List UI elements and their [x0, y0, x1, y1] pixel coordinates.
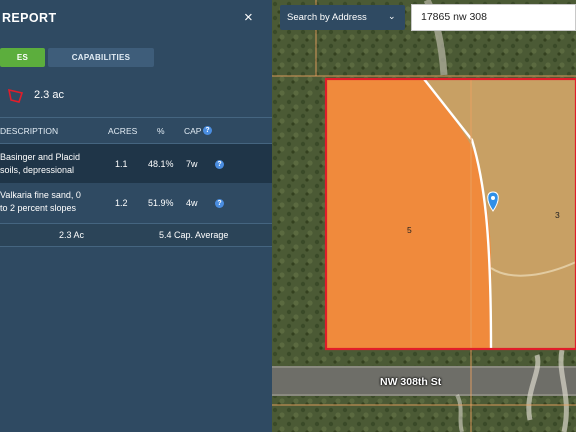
search-mode-dropdown[interactable]: Search by Address ⌄ [280, 5, 405, 30]
row-percent: 48.1% [148, 159, 174, 169]
tab-capabilities[interactable]: CAPABILITIES [48, 48, 154, 67]
divider [0, 246, 272, 247]
col-cap: CAP [184, 126, 202, 136]
col-acres: ACRES [108, 126, 138, 136]
table-footer: 2.3 Ac 5.4 Cap. Average [0, 224, 272, 246]
acreage-value: 2.3 ac [34, 89, 64, 101]
cap-average: 5.4 Cap. Average [159, 230, 229, 240]
satellite-map[interactable]: 5 3 NW 308th St [272, 0, 576, 432]
col-description: DESCRIPTION [0, 126, 59, 136]
parcel-label: 5 [407, 225, 412, 235]
row-acres: 1.1 [115, 159, 128, 169]
address-search-input[interactable]: 17865 nw 308 [411, 4, 576, 31]
total-acres: 2.3 Ac [59, 230, 85, 240]
search-mode-label: Search by Address [287, 12, 367, 23]
row-percent: 51.9% [148, 198, 174, 208]
cap-help-icon[interactable]: ? [203, 126, 212, 135]
row-description-line1: Valkaria fine sand, 0 [0, 190, 81, 200]
row-cap: 7w [186, 159, 198, 169]
close-icon[interactable]: × [244, 9, 253, 26]
row-help-icon[interactable]: ? [215, 160, 224, 169]
parcel-label: 3 [555, 210, 560, 220]
row-description-line2: to 2 percent slopes [0, 203, 77, 213]
table-row[interactable]: Valkaria fine sand, 0 to 2 percent slope… [0, 184, 272, 222]
tab-soil-types[interactable]: ES [0, 48, 45, 67]
table-row[interactable]: Basinger and Placid soils, depressional … [0, 144, 272, 183]
road-label: NW 308th St [380, 376, 442, 388]
parcel-outline-icon [7, 88, 24, 103]
col-percent: % [157, 126, 165, 136]
map-canvas [272, 0, 576, 432]
divider [0, 117, 272, 118]
panel-header: REPORT × [0, 0, 272, 38]
row-cap: 4w [186, 198, 198, 208]
row-description-line1: Basinger and Placid [0, 152, 81, 162]
row-description-line2: soils, depressional [0, 165, 75, 175]
soil-report-panel: REPORT × ES CAPABILITIES 2.3 ac DESCRIPT… [0, 0, 272, 432]
row-help-icon[interactable]: ? [215, 199, 224, 208]
row-acres: 1.2 [115, 198, 128, 208]
chevron-down-icon: ⌄ [388, 11, 396, 21]
panel-title: REPORT [2, 11, 57, 25]
